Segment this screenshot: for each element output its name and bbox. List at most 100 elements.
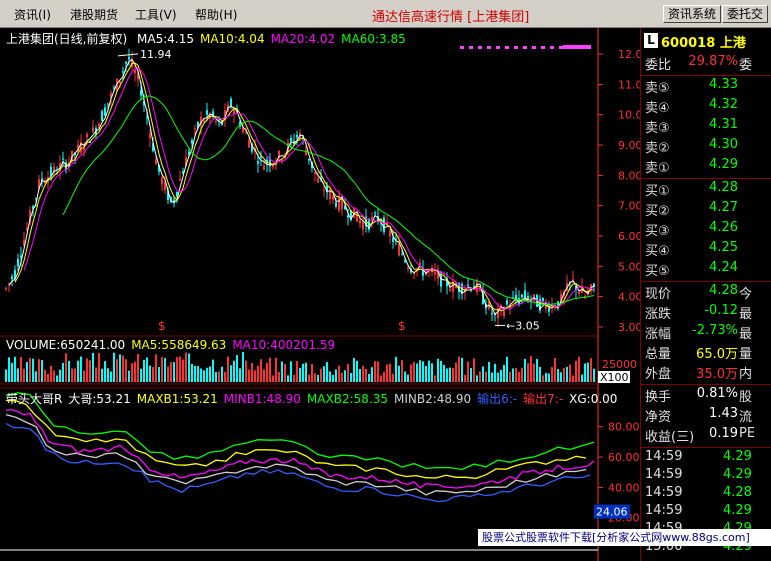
volume-bar [29, 358, 31, 382]
stat-row-1-label: 涨跌 [645, 307, 672, 322]
volume-bar [302, 363, 304, 382]
volume-bar [86, 358, 88, 382]
volume-bar [149, 365, 151, 382]
menu-hk-futures[interactable]: 港股期货 [70, 6, 118, 23]
volume-bar [62, 362, 64, 382]
volume-bar [452, 367, 454, 382]
volume-bar [245, 360, 247, 382]
volume-bar [77, 360, 79, 382]
volume-bar [158, 367, 160, 382]
candle-body [554, 307, 556, 309]
trade-button[interactable]: 委托交 [722, 5, 769, 23]
bid-row-3-label: 买④ [645, 244, 670, 259]
volume-bar [8, 357, 10, 382]
volume-bar [425, 366, 427, 382]
volume-bar [521, 367, 523, 382]
ma-label-2: MA20:4.02 [270, 32, 336, 46]
candle-body [347, 215, 349, 218]
volume-bar [383, 371, 385, 382]
candle-body [83, 148, 85, 151]
price-tick-label-0: 12.00 [618, 48, 640, 61]
marker-dot [505, 46, 509, 49]
volume-label-0: VOLUME:650241.00 [6, 338, 126, 352]
volume-bar [428, 360, 430, 382]
ma-label-1: MA10:4.04 [199, 32, 265, 46]
menu-help[interactable]: 帮助(H) [195, 6, 237, 23]
fin-row-2-value: 0.19 [709, 426, 738, 441]
fin-row-0-value: 0.81% [696, 386, 738, 401]
volume-bar [119, 354, 121, 382]
volume-bar [278, 372, 280, 382]
candle-body [383, 217, 385, 232]
volume-bar [314, 373, 316, 382]
volume-bar [416, 363, 418, 382]
volume-bar [377, 361, 379, 382]
candle-body [296, 134, 298, 138]
candle-body [323, 189, 325, 191]
ad-banner[interactable]: 股票公式股票软件下载[分析家公式网www.88gs.com] [478, 529, 771, 546]
candle-body [191, 139, 193, 144]
stock-code: 600018 上港 [661, 36, 746, 51]
volume-bar [134, 361, 136, 382]
volume-bar [287, 375, 289, 382]
fin-row-0-label: 换手 [645, 390, 672, 405]
stat-row-0-extra: 今 [739, 287, 753, 302]
volume-bar [194, 365, 196, 382]
volume-bar [356, 360, 358, 382]
candle-body [206, 110, 208, 115]
kline-chart-svg[interactable]: 12.00 11.00 10.00 9.00 8.00 7.00 6.00 5.00 4.00 3… [0, 28, 640, 561]
ask-row-2-label: 卖③ [645, 121, 670, 136]
tick-price: 4.29 [723, 467, 752, 482]
marker-dot [523, 46, 527, 49]
volume-bar [212, 359, 214, 382]
volume-bar [101, 368, 103, 382]
order-ratio: 委比 29.87% 委 [641, 54, 771, 74]
volume-bar [266, 362, 268, 382]
info-system-button[interactable]: 资讯系统 [663, 5, 722, 23]
marker-dot [550, 46, 554, 49]
volume-bar [122, 355, 124, 382]
volume-bar [269, 357, 271, 382]
volume-bar [221, 366, 223, 382]
candle-body [5, 287, 7, 289]
volume-axis-label: 25000 [602, 358, 637, 371]
volume-bar [551, 367, 553, 382]
menu-tools[interactable]: 工具(V) [135, 6, 177, 23]
volume-bar [332, 374, 334, 382]
bid-row-3-value: 4.25 [709, 240, 738, 255]
volume-bar [140, 368, 142, 382]
volume-bar [164, 358, 166, 382]
stat-row-4-label: 外盘 [645, 367, 672, 382]
ma5-line [8, 58, 595, 316]
volume-bar [242, 352, 244, 382]
candle-body [161, 177, 163, 185]
volume-label-2: MA10:400201.59 [232, 338, 336, 352]
ask-row-4-value: 4.29 [709, 157, 738, 172]
volume-bar [464, 374, 466, 382]
volume-bar [296, 361, 298, 382]
price-tick-label-3: 9.00 [618, 139, 640, 152]
candle-body [149, 133, 151, 139]
volume-bar [437, 358, 439, 382]
bid-row-2-label: 买③ [645, 224, 670, 239]
indicator-label-6: 输出6:- [477, 392, 518, 406]
app-title: 通达信高速行情 [上港集团] [372, 10, 530, 25]
volume-bar [92, 352, 94, 382]
volume-bar [167, 366, 169, 382]
stat-row-0-label: 现价 [645, 287, 672, 302]
bid-row-2-value: 4.26 [709, 220, 738, 235]
ma-label-3: MA60:3.85 [341, 32, 406, 46]
bid-row-1-value: 4.27 [709, 200, 738, 215]
volume-bar [185, 352, 187, 382]
volume-bar [110, 371, 112, 382]
volume-bar [581, 374, 583, 382]
volume-bar [47, 373, 49, 382]
volume-bar [350, 372, 352, 382]
kline-chart-area[interactable]: 12.00 11.00 10.00 9.00 8.00 7.00 6.00 5.00 4.00 3… [0, 28, 640, 561]
stat-row-2: 涨幅 -2.73% 最 [641, 323, 771, 343]
candle-body [332, 195, 334, 200]
volume-bar [542, 375, 544, 382]
menu-info[interactable]: 资讯(I) [14, 6, 51, 23]
volume-bar [71, 368, 73, 382]
volume-bar [80, 356, 82, 382]
